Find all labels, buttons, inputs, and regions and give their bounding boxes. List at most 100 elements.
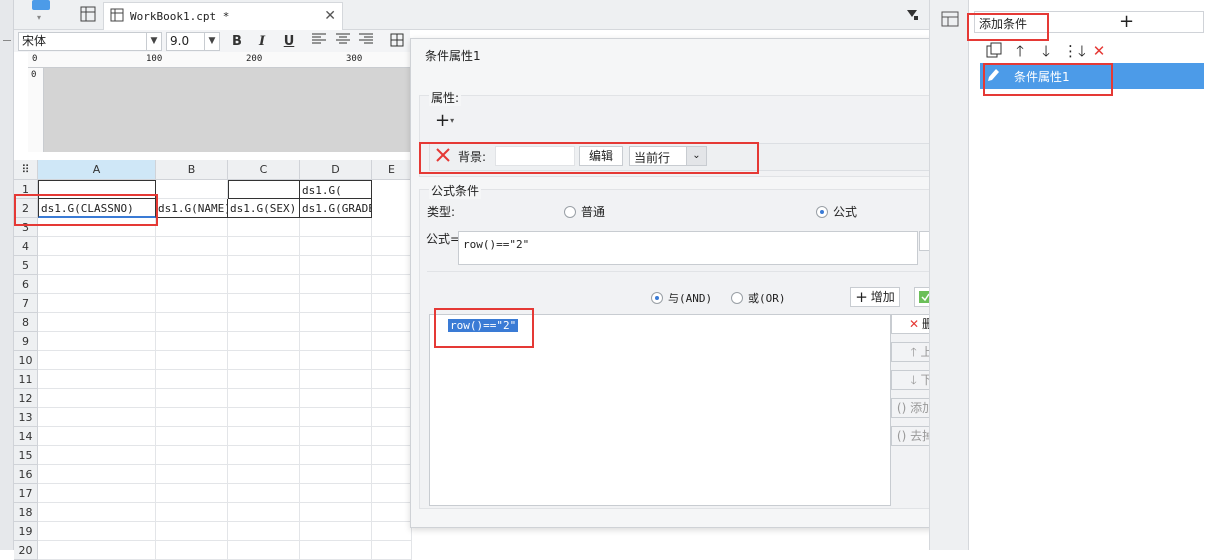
- grid-cell[interactable]: [372, 332, 412, 351]
- grid-cell[interactable]: [372, 408, 412, 427]
- tab-workbook[interactable]: WorkBook1.cpt * ✕: [103, 2, 343, 30]
- grid-view-icon[interactable]: [80, 6, 96, 22]
- grid-cell[interactable]: [156, 503, 228, 522]
- grid-cell[interactable]: [228, 522, 300, 541]
- grid-cell[interactable]: [156, 332, 228, 351]
- cell-B2[interactable]: ds1.G(NAME): [156, 199, 228, 218]
- grid-cell[interactable]: [372, 370, 412, 389]
- grid-cell[interactable]: [228, 351, 300, 370]
- grid-cell[interactable]: [38, 370, 156, 389]
- row-header[interactable]: 19: [14, 522, 38, 541]
- grid-cell[interactable]: [372, 351, 412, 370]
- grid-cell[interactable]: [372, 484, 412, 503]
- grid-cell[interactable]: [228, 389, 300, 408]
- grid-cell[interactable]: [300, 465, 372, 484]
- select-all-icon[interactable]: ⠿: [14, 160, 38, 180]
- grid-cell[interactable]: [372, 313, 412, 332]
- grid-cell[interactable]: [372, 446, 412, 465]
- row-header[interactable]: 20: [14, 541, 38, 560]
- cell-A2[interactable]: ds1.G(CLASSNO): [38, 199, 156, 218]
- cell-attribute-icon[interactable]: [941, 9, 959, 27]
- row-header[interactable]: 14: [14, 427, 38, 446]
- app-logo-icon[interactable]: ▾: [28, 0, 54, 22]
- row-header[interactable]: 1: [14, 180, 38, 199]
- add-condition-button[interactable]: + 增加: [850, 287, 900, 307]
- cell-D1[interactable]: ds1.G(: [300, 180, 372, 199]
- grid-cell[interactable]: [300, 275, 372, 294]
- column-header[interactable]: B: [156, 160, 228, 180]
- grid-cell[interactable]: [156, 465, 228, 484]
- grid-cell[interactable]: [372, 294, 412, 313]
- column-header[interactable]: D: [300, 160, 372, 180]
- condition-list[interactable]: row()=="2": [429, 314, 891, 506]
- grid-cell[interactable]: [156, 218, 228, 237]
- grid-cell[interactable]: [372, 275, 412, 294]
- edit-background-button[interactable]: 编辑: [579, 146, 623, 166]
- grid-cell[interactable]: [300, 522, 372, 541]
- grid-cell[interactable]: [372, 465, 412, 484]
- column-header[interactable]: C: [228, 160, 300, 180]
- grid-cell[interactable]: [300, 408, 372, 427]
- row-header[interactable]: 18: [14, 503, 38, 522]
- row-header[interactable]: 16: [14, 465, 38, 484]
- cell-C1[interactable]: [228, 180, 300, 199]
- delete-attribute-icon[interactable]: [435, 147, 453, 165]
- grid-cell[interactable]: [156, 313, 228, 332]
- grid-cell[interactable]: [300, 427, 372, 446]
- grid-cell[interactable]: [38, 465, 156, 484]
- row-header[interactable]: 10: [14, 351, 38, 370]
- align-left-icon[interactable]: [310, 33, 328, 50]
- cell-B1[interactable]: [156, 180, 228, 199]
- close-icon[interactable]: ✕: [324, 8, 336, 24]
- grid-cell[interactable]: [300, 218, 372, 237]
- condition-list-item[interactable]: row()=="2": [448, 319, 519, 332]
- cell-D2[interactable]: ds1.G(GRADE: [300, 199, 372, 218]
- move-to-bottom-icon[interactable]: ⋮🡓: [1063, 42, 1086, 60]
- grid-cell[interactable]: [38, 389, 156, 408]
- bold-button[interactable]: B: [228, 33, 246, 50]
- row-header[interactable]: 11: [14, 370, 38, 389]
- grid-cell[interactable]: [228, 313, 300, 332]
- align-center-icon[interactable]: [334, 33, 352, 50]
- plus-icon[interactable]: +: [1119, 11, 1134, 32]
- grid-cell[interactable]: [300, 503, 372, 522]
- grid-cell[interactable]: [228, 427, 300, 446]
- grid-cell[interactable]: [300, 389, 372, 408]
- row-header[interactable]: 9: [14, 332, 38, 351]
- grid-cell[interactable]: [38, 294, 156, 313]
- cell-C2[interactable]: ds1.G(SEX): [228, 199, 300, 218]
- grid-cell[interactable]: [228, 294, 300, 313]
- align-right-icon[interactable]: [357, 33, 375, 50]
- grid-cell[interactable]: [228, 408, 300, 427]
- italic-button[interactable]: I: [253, 33, 271, 50]
- arrow-up-icon[interactable]: 🡑: [1011, 42, 1029, 60]
- row-header[interactable]: 2: [14, 199, 38, 218]
- column-header[interactable]: E: [372, 160, 412, 180]
- row-header[interactable]: 15: [14, 446, 38, 465]
- grid-cell[interactable]: [372, 503, 412, 522]
- and-radio[interactable]: 与(AND): [651, 290, 712, 306]
- condition-list-item[interactable]: 条件属性1: [980, 63, 1204, 89]
- grid-cell[interactable]: [228, 465, 300, 484]
- add-condition-bar[interactable]: 添加条件 +: [974, 11, 1204, 33]
- grid-cell[interactable]: [300, 484, 372, 503]
- grid-cell[interactable]: [38, 237, 156, 256]
- formula-input[interactable]: row()=="2": [458, 231, 918, 265]
- row-header[interactable]: 4: [14, 237, 38, 256]
- grid-cell[interactable]: [38, 351, 156, 370]
- copy-icon[interactable]: [985, 42, 1003, 60]
- grid-cell[interactable]: [300, 351, 372, 370]
- row-header[interactable]: 13: [14, 408, 38, 427]
- grid-cell[interactable]: [156, 484, 228, 503]
- grid-cell[interactable]: [228, 503, 300, 522]
- grid-cell[interactable]: [300, 237, 372, 256]
- grid-cell[interactable]: [228, 332, 300, 351]
- grid-cell[interactable]: [156, 351, 228, 370]
- row-header[interactable]: 3: [14, 218, 38, 237]
- row-header[interactable]: 8: [14, 313, 38, 332]
- grid-cell[interactable]: [372, 389, 412, 408]
- grid-cell[interactable]: [372, 237, 412, 256]
- border-icon[interactable]: [388, 33, 406, 50]
- grid-cell[interactable]: [156, 237, 228, 256]
- grid-cell[interactable]: [372, 427, 412, 446]
